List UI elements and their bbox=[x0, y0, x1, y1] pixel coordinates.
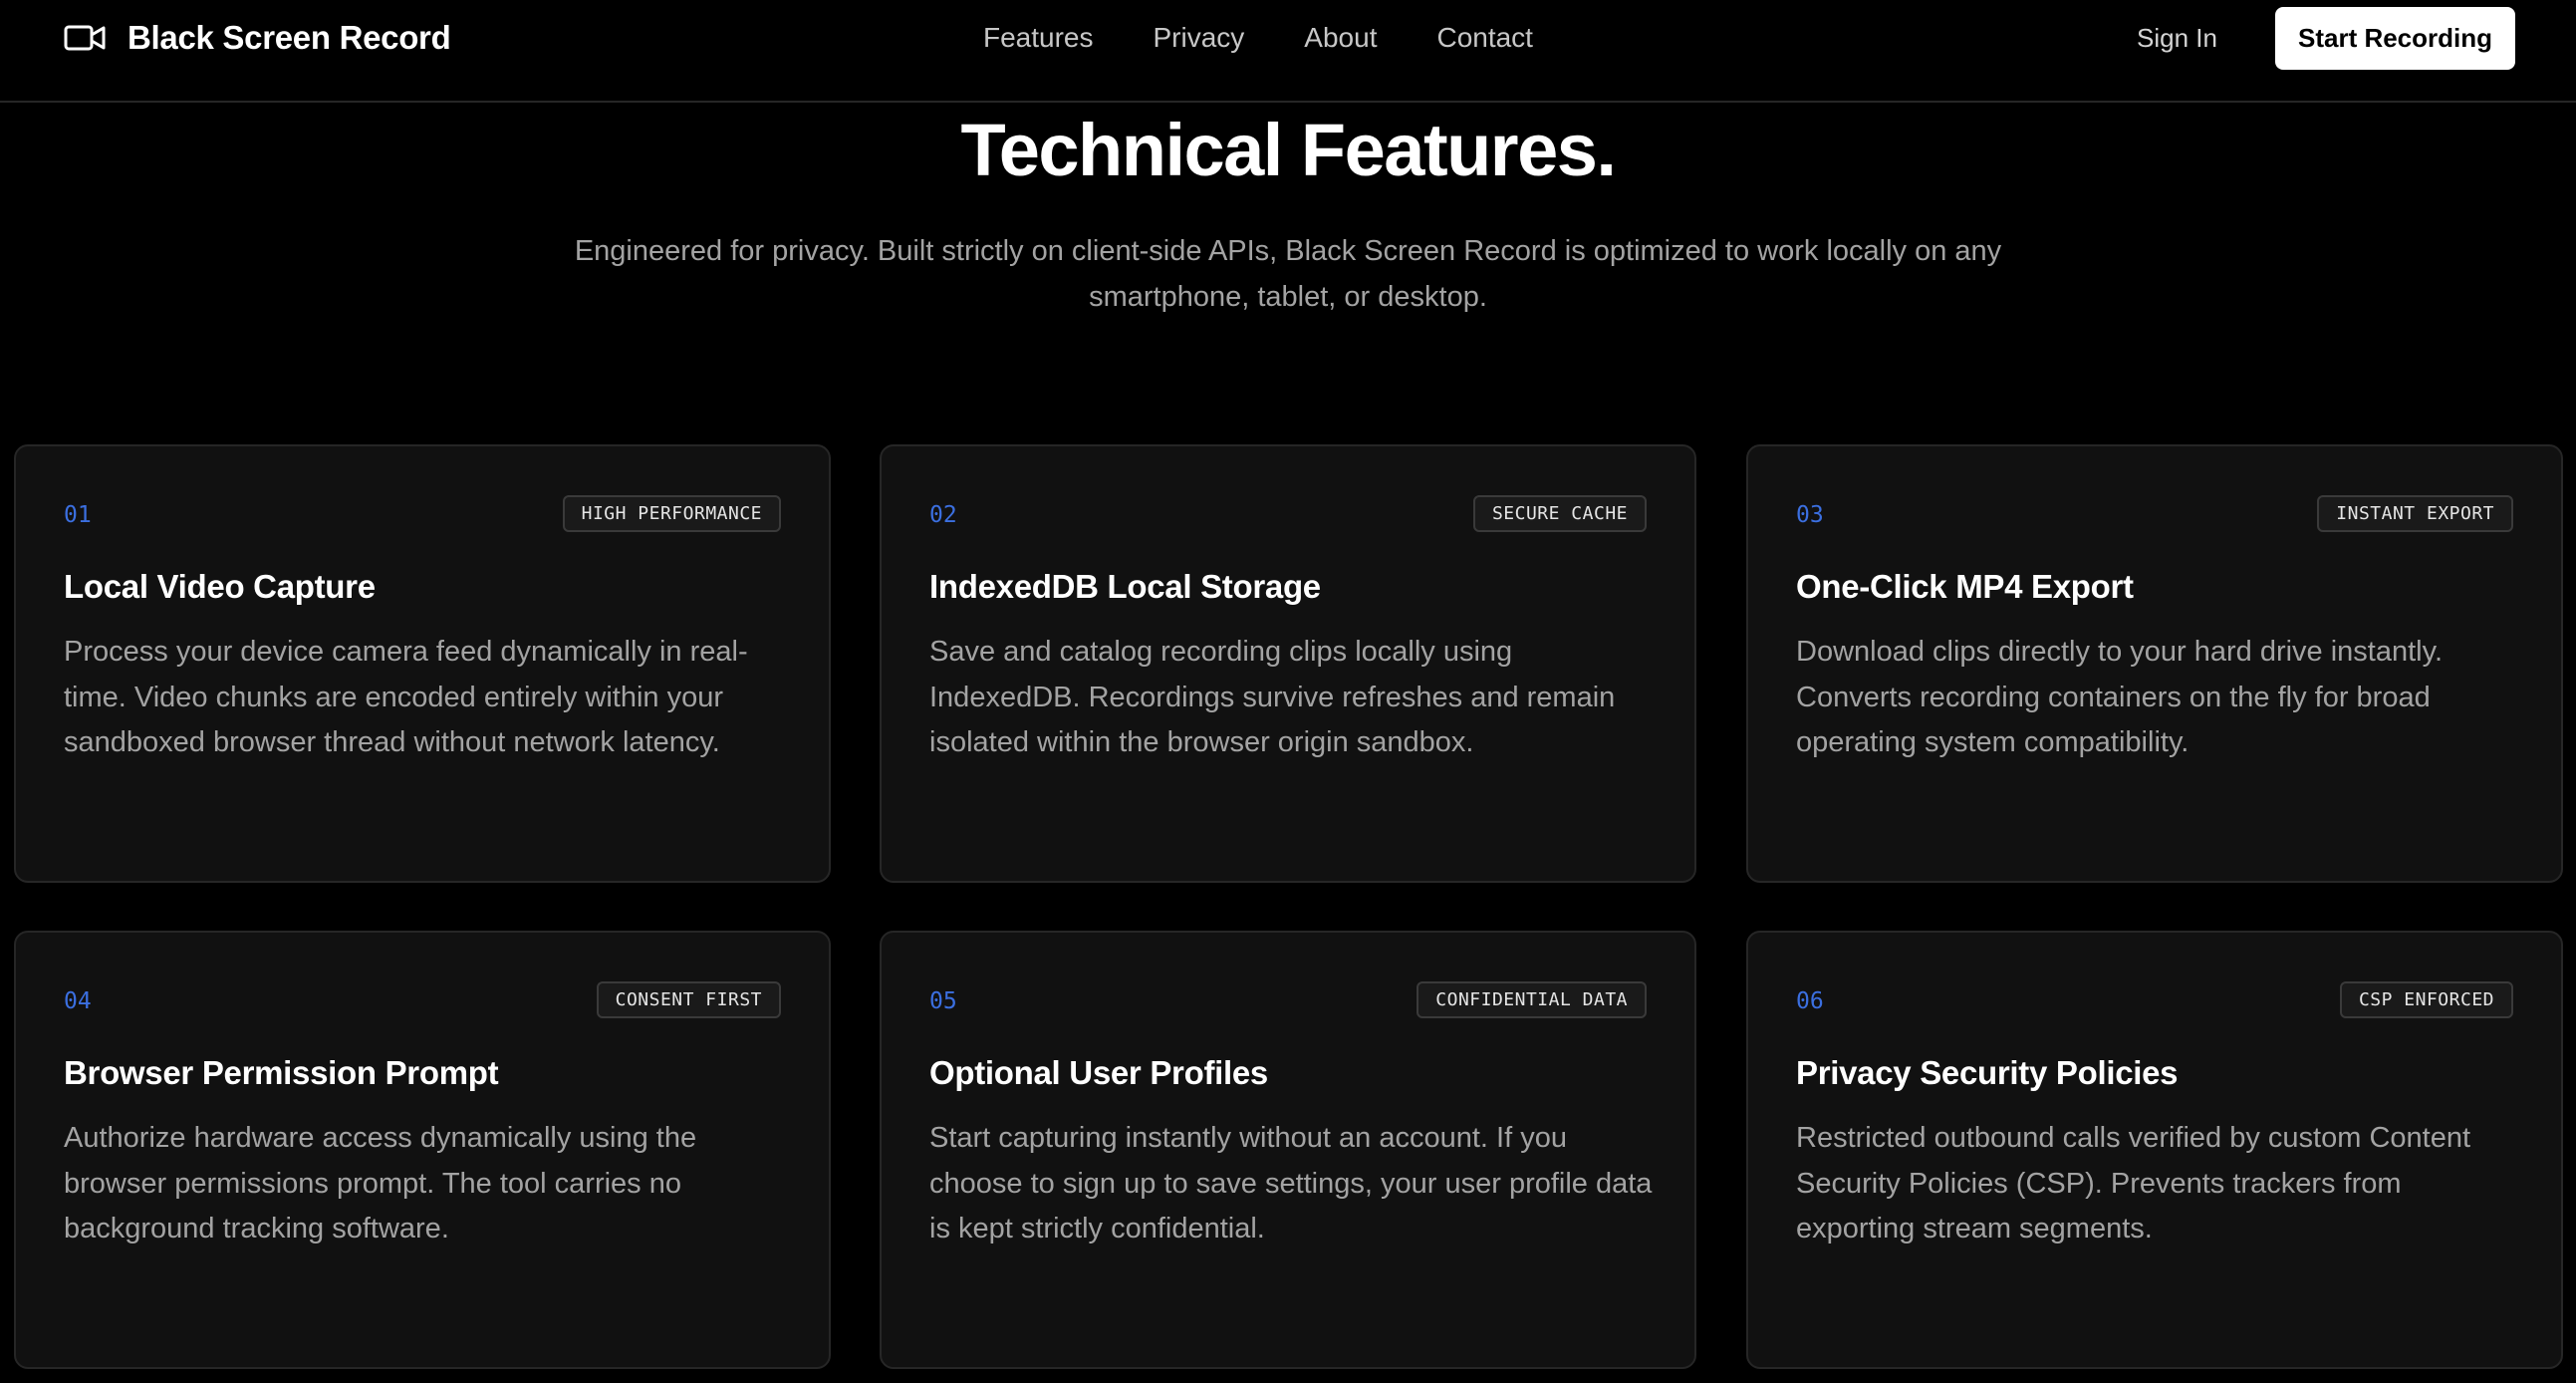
start-recording-button[interactable]: Start Recording bbox=[2275, 7, 2515, 70]
feature-description: Authorize hardware access dynamically us… bbox=[64, 1122, 697, 1245]
nav-link-privacy[interactable]: Privacy bbox=[1154, 22, 1245, 54]
feature-card-local-video-capture: 01 HIGH PERFORMANCE Local Video Capture … bbox=[14, 444, 831, 883]
feature-card-indexeddb-storage: 02 SECURE CACHE IndexedDB Local Storage … bbox=[880, 444, 1696, 883]
feature-title: Optional User Profiles bbox=[929, 1054, 1268, 1091]
feature-number: 03 bbox=[1796, 502, 1824, 528]
nav-link-contact[interactable]: Contact bbox=[1436, 22, 1533, 54]
feature-description: Restricted outbound calls verified by cu… bbox=[1796, 1122, 2471, 1245]
feature-description: Save and catalog recording clips locally… bbox=[929, 636, 1616, 758]
feature-badge: CSP ENFORCED bbox=[2339, 981, 2513, 1018]
feature-badge: CONFIDENTIAL DATA bbox=[1417, 981, 1647, 1018]
feature-card-user-profiles: 05 CONFIDENTIAL DATA Optional User Profi… bbox=[880, 931, 1696, 1369]
feature-title: Local Video Capture bbox=[64, 568, 376, 605]
feature-number: 04 bbox=[64, 988, 92, 1014]
nav-link-features[interactable]: Features bbox=[983, 22, 1094, 54]
navbar: Black Screen Record Features Privacy Abo… bbox=[0, 0, 2576, 103]
feature-title: Browser Permission Prompt bbox=[64, 1054, 499, 1091]
feature-card-mp4-export: 03 INSTANT EXPORT One-Click MP4 Export D… bbox=[1746, 444, 2563, 883]
feature-number: 02 bbox=[929, 502, 957, 528]
feature-number: 05 bbox=[929, 988, 957, 1014]
feature-title: Privacy Security Policies bbox=[1796, 1054, 2179, 1091]
feature-title: One-Click MP4 Export bbox=[1796, 568, 2134, 605]
feature-card-permission-prompt: 04 CONSENT FIRST Browser Permission Prom… bbox=[14, 931, 831, 1369]
sign-in-link[interactable]: Sign In bbox=[2137, 18, 2217, 58]
feature-badge: SECURE CACHE bbox=[1472, 495, 1647, 532]
feature-number: 01 bbox=[64, 502, 92, 528]
feature-description: Start capturing instantly without an acc… bbox=[929, 1122, 1653, 1245]
brand-logo-link[interactable]: Black Screen Record bbox=[64, 18, 451, 58]
nav-link-about[interactable]: About bbox=[1304, 22, 1377, 54]
feature-badge: INSTANT EXPORT bbox=[2317, 495, 2513, 532]
page: Black Screen Record Features Privacy Abo… bbox=[0, 0, 2576, 1383]
feature-badge: CONSENT FIRST bbox=[596, 981, 781, 1018]
video-camera-icon bbox=[64, 24, 106, 52]
feature-number: 06 bbox=[1796, 988, 1824, 1014]
feature-card-security-policies: 06 CSP ENFORCED Privacy Security Policie… bbox=[1746, 931, 2563, 1369]
feature-description: Process your device camera feed dynamica… bbox=[64, 636, 748, 758]
page-title: Technical Features. bbox=[960, 109, 1617, 191]
primary-nav: Features Privacy About Contact bbox=[983, 18, 1533, 58]
page-subtitle: Engineered for privacy. Built strictly o… bbox=[574, 235, 2002, 313]
feature-title: IndexedDB Local Storage bbox=[929, 568, 1321, 605]
feature-badge: HIGH PERFORMANCE bbox=[562, 495, 781, 532]
brand-name: Black Screen Record bbox=[128, 19, 451, 56]
feature-description: Download clips directly to your hard dri… bbox=[1796, 636, 2444, 758]
